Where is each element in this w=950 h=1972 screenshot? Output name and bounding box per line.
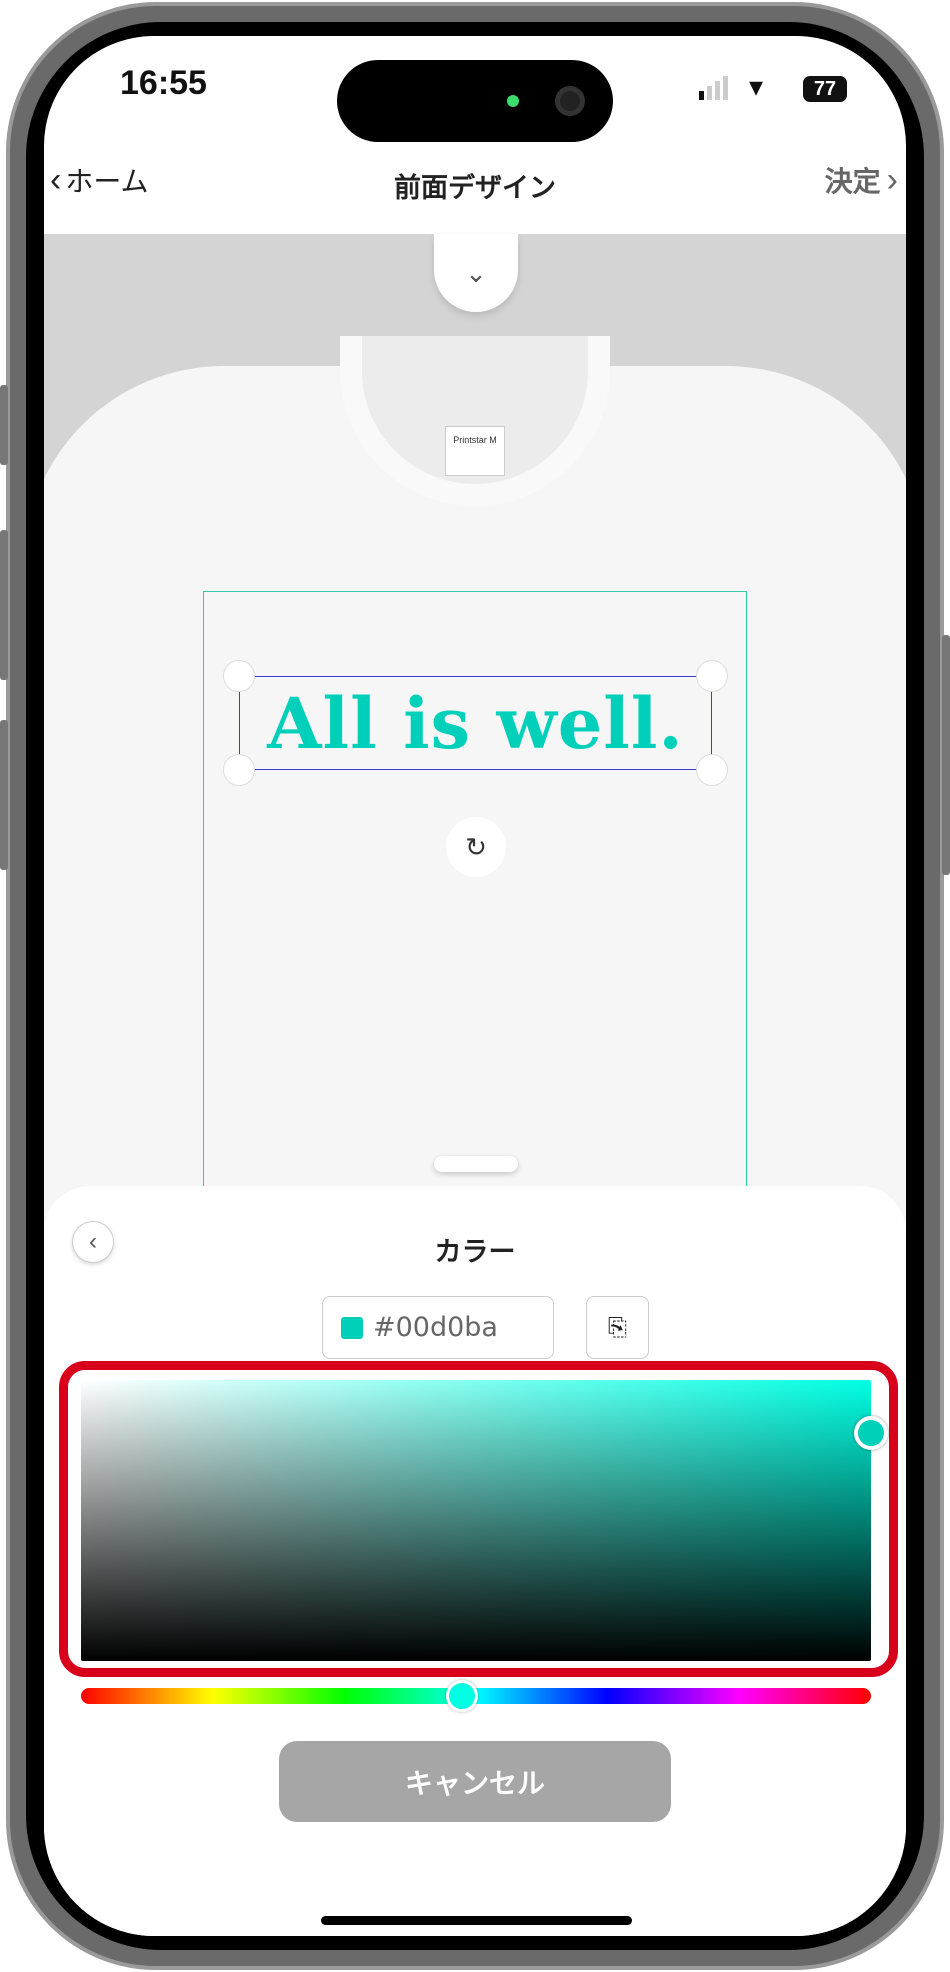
color-swatch xyxy=(341,1316,363,1339)
sheet-title: カラー xyxy=(434,1237,516,1267)
confirm-label: 決定 xyxy=(824,166,881,197)
rotate-icon: ↻ xyxy=(465,831,487,862)
volume-down-button xyxy=(0,720,8,870)
resize-handle-top-left[interactable] xyxy=(223,660,255,692)
privacy-indicator xyxy=(507,95,519,107)
back-button[interactable]: ‹ ホーム xyxy=(50,160,149,200)
hex-input[interactable]: #00d0ba xyxy=(322,1296,554,1359)
back-label: ホーム xyxy=(65,166,149,197)
saturation-brightness-picker[interactable] xyxy=(81,1380,871,1661)
copy-button[interactable]: ⎘ xyxy=(586,1296,649,1359)
rotate-button[interactable]: ↻ xyxy=(446,817,506,877)
battery-icon: 77 xyxy=(803,76,847,102)
status-time: 16:55 xyxy=(120,64,207,102)
chevron-right-icon: › xyxy=(886,160,898,199)
confirm-button[interactable]: 決定 › xyxy=(825,160,898,200)
chevron-left-icon: ‹ xyxy=(50,160,62,199)
wifi-icon: ▾ xyxy=(749,71,764,102)
resize-handle-bottom-left[interactable] xyxy=(223,754,255,786)
resize-handle-top-right[interactable] xyxy=(696,660,728,692)
chevron-down-icon: ⌄ xyxy=(465,257,487,288)
hex-value: #00d0ba xyxy=(373,1312,498,1343)
camera-icon xyxy=(555,86,585,116)
copy-icon: ⎘ xyxy=(607,1313,628,1341)
home-indicator xyxy=(321,1916,632,1925)
sheet-drag-handle[interactable] xyxy=(434,1156,518,1172)
design-text-object[interactable]: All is well. xyxy=(239,676,712,770)
volume-up-button xyxy=(0,530,8,680)
cancel-button[interactable]: キャンセル xyxy=(279,1741,671,1822)
tshirt-tag: Printstar M xyxy=(445,426,505,476)
hue-slider-thumb[interactable] xyxy=(446,1680,478,1712)
color-picker-thumb[interactable] xyxy=(854,1416,888,1450)
resize-handle-bottom-right[interactable] xyxy=(696,754,728,786)
signal-icon xyxy=(699,76,728,100)
page-title: 前面デザイン xyxy=(394,173,556,203)
power-button xyxy=(942,635,950,875)
mute-switch xyxy=(0,385,8,465)
screen: 16:55 ▾ 77 ‹ ホーム 前面デザイン 決定 › Printstar M ⌄… xyxy=(44,36,906,1936)
